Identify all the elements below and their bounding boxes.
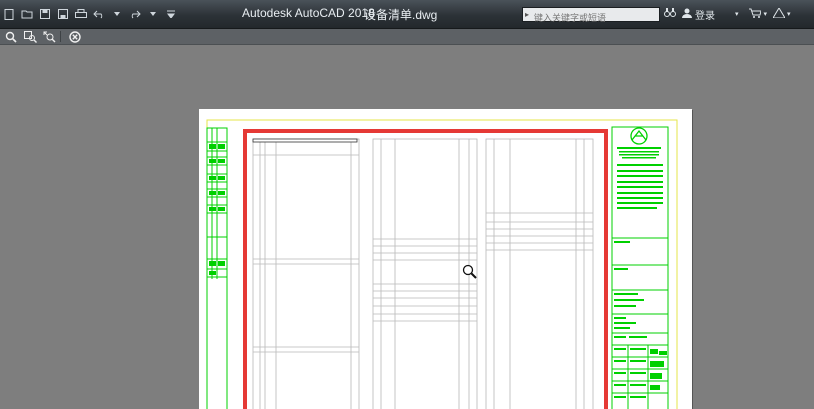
dropdown-icon[interactable]	[146, 7, 160, 21]
info-center: 登录 ▾ ▾ ▾	[664, 6, 791, 22]
saveas-icon[interactable]	[56, 7, 70, 21]
app-title: Autodesk AutoCAD 2018	[242, 6, 375, 20]
file-name: 设备清单.dwg	[364, 8, 438, 22]
help-dropdown-icon[interactable]: ▾	[787, 10, 791, 18]
title-bar: Autodesk AutoCAD 2018 设备清单.dwg ▸ 登录 ▾ ▾ …	[0, 0, 814, 29]
new-icon[interactable]	[2, 7, 16, 21]
login-dropdown-icon[interactable]: ▾	[735, 10, 739, 18]
company-logo	[630, 127, 648, 145]
undo-icon[interactable]	[92, 7, 106, 21]
toolbar-separator	[60, 31, 61, 42]
search-box[interactable]: ▸	[522, 7, 660, 25]
plot-icon[interactable]	[74, 7, 88, 21]
cart-dropdown-icon[interactable]: ▾	[764, 10, 768, 18]
login-button[interactable]: 登录	[695, 7, 715, 22]
user-icon[interactable]	[682, 8, 692, 21]
dropdown-icon[interactable]	[110, 7, 124, 21]
search-input[interactable]	[523, 11, 658, 25]
search-expand-icon[interactable]: ▸	[525, 10, 529, 19]
help-icon[interactable]	[772, 6, 786, 21]
zoom-realtime-icon[interactable]	[3, 30, 19, 43]
zoom-window-icon[interactable]	[22, 30, 38, 43]
binoculars-icon[interactable]	[664, 7, 676, 21]
zoom-previous-icon[interactable]	[41, 30, 57, 43]
quick-access-toolbar	[0, 4, 180, 24]
plot-preview-sheet[interactable]	[199, 109, 692, 409]
open-icon[interactable]	[20, 7, 34, 21]
preview-toolbar	[0, 29, 814, 45]
zoom-cursor-icon	[462, 264, 478, 285]
save-icon[interactable]	[38, 7, 52, 21]
close-preview-icon[interactable]	[67, 30, 83, 43]
customize-toolbar-icon[interactable]	[164, 7, 178, 21]
drawing-canvas	[206, 119, 678, 409]
cart-icon[interactable]	[748, 8, 762, 21]
redo-icon[interactable]	[128, 7, 142, 21]
